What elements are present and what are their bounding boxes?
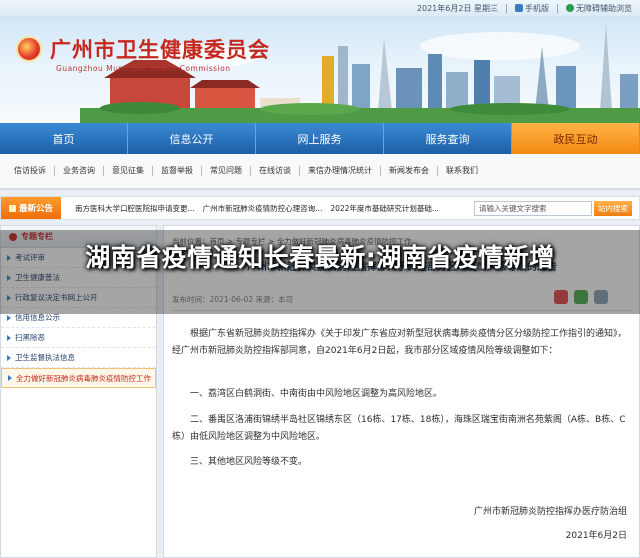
arrow-icon <box>8 375 12 381</box>
site-title-english: Guangzhou Municipal Health Commission <box>56 64 231 73</box>
sidebar-item-active[interactable]: 全力做好新冠肺炎病毒肺炎疫情防控工作 <box>1 368 156 388</box>
subnav-item[interactable]: 常见问题 <box>202 166 251 176</box>
sidebar-item[interactable]: 扫黑除恶 <box>1 328 156 348</box>
announcement-link[interactable]: 南方医科大学口腔医院拟申请变更... <box>75 203 195 214</box>
article-sign-date: 2021年6月2日 <box>565 531 627 541</box>
nav-service-query[interactable]: 服务查询 <box>384 123 512 154</box>
announcement-list: 南方医科大学口腔医院拟申请变更... 广州市新冠肺炎疫情防控心理咨询... 20… <box>61 203 451 214</box>
subnav-item[interactable]: 新闻发布会 <box>381 166 438 176</box>
article-paragraph: 根据广东省新冠肺炎防控指挥办《关于印发广东省应对新型冠状病毒肺炎疫情分区分级防控… <box>172 329 627 356</box>
main-navigation: 首页 信息公开 网上服务 服务查询 政民互动 <box>0 123 640 154</box>
sub-navigation: 信访投诉 业务咨询 意见征集 监督举报 常见问题 在线访谈 来信办理情况统计 新… <box>0 154 640 190</box>
article-paragraph: 三、其他地区风险等级不变。 <box>190 457 308 467</box>
sidebar-item-label: 扫黑除恶 <box>15 333 45 342</box>
announcement-tag-label: 最新公告 <box>19 204 54 214</box>
sidebar-item[interactable]: 卫生监督执法信息 <box>1 348 156 368</box>
article-signature: 广州市新冠肺炎防控指挥办医疗防治组 <box>473 507 627 517</box>
header-banner: 广州市卫生健康委员会 Guangzhou Municipal Health Co… <box>0 16 640 123</box>
subnav-item[interactable]: 监督举报 <box>153 166 202 176</box>
phone-icon <box>515 3 523 12</box>
search-button[interactable]: 站内搜索 <box>594 201 632 216</box>
arrow-icon <box>7 354 11 361</box>
arrow-icon <box>7 314 11 321</box>
site-title: 广州市卫生健康委员会 <box>50 38 270 62</box>
accessibility-icon <box>566 3 574 12</box>
announcement-tag: 最新公告 <box>1 197 62 219</box>
announcement-link[interactable]: 广州市新冠肺炎疫情防控心理咨询... <box>203 203 323 214</box>
subnav-item[interactable]: 来信办理情况统计 <box>300 166 381 176</box>
sidebar-item-label: 全力做好新冠肺炎病毒肺炎疫情防控工作 <box>16 373 151 383</box>
divider <box>557 3 558 13</box>
mobile-link[interactable]: 手机版 <box>515 3 549 14</box>
subnav-item[interactable]: 联系我们 <box>438 166 486 176</box>
sidebar-item-label: 卫生监督执法信息 <box>15 353 75 362</box>
divider <box>506 3 507 13</box>
announcement-link[interactable]: 2022年度市基础研究计划基础... <box>330 203 439 214</box>
announcement-bar: 最新公告 南方医科大学口腔医院拟申请变更... 广州市新冠肺炎疫情防控心理咨询.… <box>0 196 640 220</box>
speaker-icon <box>9 204 16 212</box>
top-status-bar: 2021年6月2日 星期三 手机版 无障碍辅助浏览 <box>0 0 640 16</box>
article-paragraph: 二、番禺区洛浦街锦绣半岛社区锦绣东区（16栋、17栋、18栋），海珠区瑞宝街南洲… <box>172 415 626 442</box>
subnav-item[interactable]: 在线访谈 <box>251 166 300 176</box>
search-input[interactable]: 请输入关键文字搜索 <box>474 201 592 216</box>
subnav-item[interactable]: 信访投诉 <box>6 166 55 176</box>
nav-home[interactable]: 首页 <box>0 123 128 154</box>
headline-text: 湖南省疫情通知长春最新:湖南省疫情新增 <box>85 243 555 272</box>
subnav-item[interactable]: 业务咨询 <box>55 166 104 176</box>
nav-interaction[interactable]: 政民互动 <box>512 123 640 154</box>
accessibility-link[interactable]: 无障碍辅助浏览 <box>566 3 632 14</box>
article-paragraph: 一、荔湾区白鹤洞街、中南街由中风险地区调整为高风险地区。 <box>190 389 443 399</box>
arrow-icon <box>7 334 11 341</box>
mobile-label: 手机版 <box>525 3 549 13</box>
emblem-logo <box>16 36 42 62</box>
subnav-item[interactable]: 意见征集 <box>104 166 153 176</box>
nav-online-service[interactable]: 网上服务 <box>256 123 384 154</box>
accessibility-label: 无障碍辅助浏览 <box>576 3 632 13</box>
date-text: 2021年6月2日 星期三 <box>416 3 498 13</box>
nav-info-disclosure[interactable]: 信息公开 <box>128 123 256 154</box>
